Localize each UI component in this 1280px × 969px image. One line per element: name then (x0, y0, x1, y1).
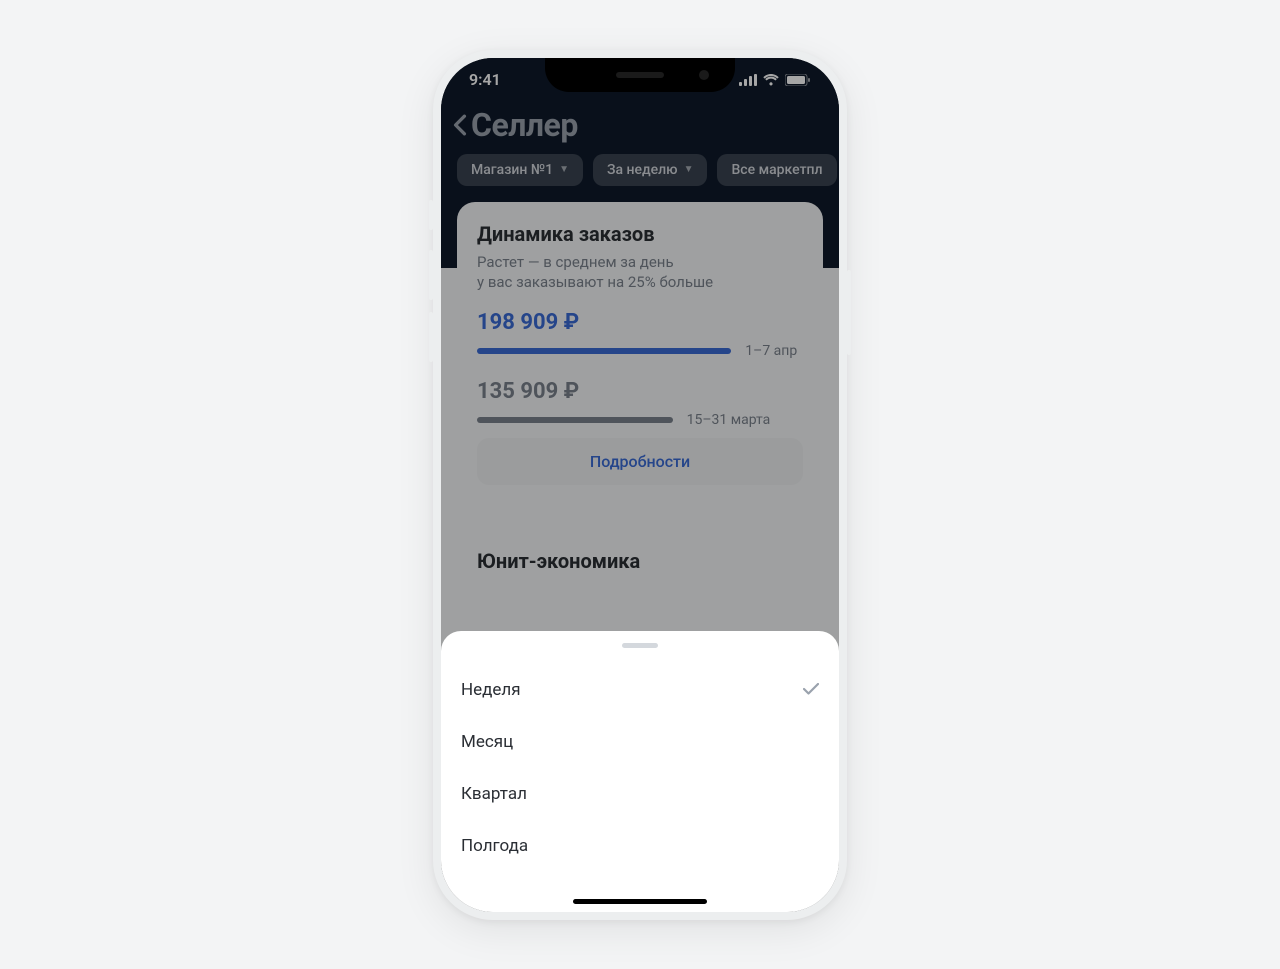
sheet-drag-handle[interactable] (622, 643, 658, 648)
phone-notch (545, 58, 735, 92)
option-label: Полгода (461, 836, 528, 856)
power-button (847, 270, 851, 355)
volume-down-button (429, 312, 433, 362)
period-option-week[interactable]: Неделя (441, 664, 839, 716)
check-icon (803, 680, 819, 700)
option-label: Неделя (461, 680, 521, 700)
home-indicator[interactable] (573, 899, 707, 904)
period-option-halfyear[interactable]: Полгода (441, 820, 839, 872)
option-label: Квартал (461, 784, 527, 804)
period-option-quarter[interactable]: Квартал (441, 768, 839, 820)
period-bottom-sheet: Неделя Месяц Квартал Полгода (441, 631, 839, 912)
silent-switch (429, 200, 433, 230)
volume-up-button (429, 250, 433, 300)
phone-mockup: 9:41 Селлер Магазин №1 ▼ (433, 50, 847, 920)
period-option-month[interactable]: Месяц (441, 716, 839, 768)
option-label: Месяц (461, 732, 513, 752)
